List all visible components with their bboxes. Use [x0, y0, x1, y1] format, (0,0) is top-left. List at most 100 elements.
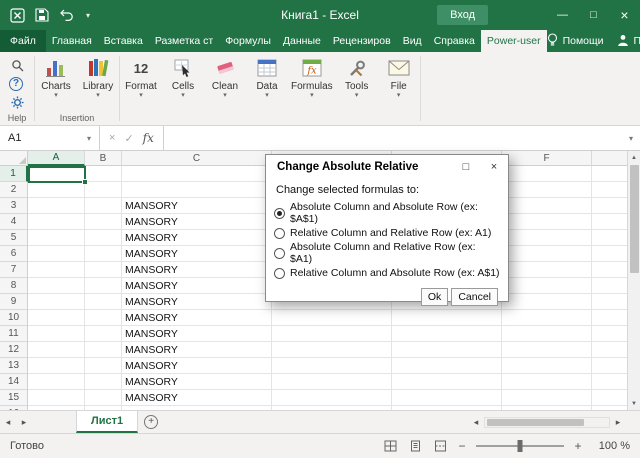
cell-A6[interactable]	[28, 246, 85, 262]
gear-icon[interactable]	[9, 95, 25, 110]
dialog-title-bar[interactable]: Change Absolute Relative □ ×	[266, 155, 508, 179]
page-layout-view-icon[interactable]	[407, 439, 423, 453]
cell-D13[interactable]	[272, 358, 392, 374]
cell-D11[interactable]	[272, 326, 392, 342]
add-sheet-button[interactable]: +	[138, 411, 164, 433]
row-header-6[interactable]: 6	[0, 246, 28, 262]
row-header-10[interactable]: 10	[0, 310, 28, 326]
column-header-C[interactable]: C	[122, 151, 272, 166]
ribbon-tab-home[interactable]: Главная	[46, 30, 98, 52]
sign-in-button[interactable]: Вход	[437, 5, 488, 25]
cell-A13[interactable]	[28, 358, 85, 374]
cell-A9[interactable]	[28, 294, 85, 310]
cell-A15[interactable]	[28, 390, 85, 406]
row-header-3[interactable]: 3	[0, 198, 28, 214]
cell-B13[interactable]	[85, 358, 122, 374]
ribbon-tab-review[interactable]: Рецензиров	[327, 30, 397, 52]
cell-C9[interactable]: MANSORY	[122, 294, 272, 310]
cell-B8[interactable]	[85, 278, 122, 294]
row-header-9[interactable]: 9	[0, 294, 28, 310]
cell-C12[interactable]: MANSORY	[122, 342, 272, 358]
normal-view-icon[interactable]	[382, 439, 398, 453]
zoom-slider-thumb[interactable]	[518, 440, 523, 452]
cell-B5[interactable]	[85, 230, 122, 246]
zoom-in-icon[interactable]: +	[573, 439, 583, 453]
row-header-4[interactable]: 4	[0, 214, 28, 230]
cell-C2[interactable]	[122, 182, 272, 198]
cell-B12[interactable]	[85, 342, 122, 358]
cell-C6[interactable]: MANSORY	[122, 246, 272, 262]
ribbon-button-clean[interactable]: Clean▾	[204, 52, 246, 112]
search-icon[interactable]	[9, 58, 25, 73]
hscroll-track[interactable]	[484, 417, 610, 428]
cell-G5[interactable]	[592, 230, 627, 246]
cell-B9[interactable]	[85, 294, 122, 310]
ribbon-button-format[interactable]: 12Format▾	[120, 52, 162, 112]
row-header-11[interactable]: 11	[0, 326, 28, 342]
dialog-close-icon[interactable]: ×	[480, 155, 508, 179]
cell-G10[interactable]	[592, 310, 627, 326]
formula-input[interactable]	[164, 126, 622, 150]
name-box-dropdown-icon[interactable]: ▾	[87, 134, 91, 143]
ok-button[interactable]: Ok	[421, 288, 448, 306]
cell-A14[interactable]	[28, 374, 85, 390]
radio-selected-icon[interactable]	[274, 208, 285, 219]
cell-C11[interactable]: MANSORY	[122, 326, 272, 342]
cell-C4[interactable]: MANSORY	[122, 214, 272, 230]
insert-function-icon[interactable]: fx	[143, 131, 154, 145]
page-break-view-icon[interactable]	[432, 439, 448, 453]
cell-D15[interactable]	[272, 390, 392, 406]
cell-F7[interactable]	[502, 262, 592, 278]
cell-G12[interactable]	[592, 342, 627, 358]
close-button[interactable]: ×	[609, 0, 640, 30]
column-header-F[interactable]: F	[502, 151, 592, 166]
formula-bar-expand-icon[interactable]: ▾	[622, 126, 640, 150]
cell-G9[interactable]	[592, 294, 627, 310]
cell-F12[interactable]	[502, 342, 592, 358]
hscroll-left-icon[interactable]: ◂	[470, 417, 482, 428]
column-header-B[interactable]: B	[85, 151, 122, 166]
cell-B14[interactable]	[85, 374, 122, 390]
cell-C3[interactable]: MANSORY	[122, 198, 272, 214]
help-icon[interactable]: ?	[9, 77, 23, 91]
cell-F1[interactable]	[502, 166, 592, 182]
cell-F6[interactable]	[502, 246, 592, 262]
zoom-slider[interactable]	[476, 445, 564, 447]
cell-E12[interactable]	[392, 342, 502, 358]
cell-C7[interactable]: MANSORY	[122, 262, 272, 278]
ribbon-button-file[interactable]: File▾	[378, 52, 420, 112]
cell-B7[interactable]	[85, 262, 122, 278]
select-all-corner[interactable]	[0, 151, 28, 166]
cancel-entry-icon[interactable]: ×	[109, 132, 115, 144]
cell-A2[interactable]	[28, 182, 85, 198]
cell-C5[interactable]: MANSORY	[122, 230, 272, 246]
cell-A1[interactable]	[28, 166, 85, 182]
tell-me-button[interactable]: Помощи	[547, 33, 604, 50]
dialog-option-4[interactable]: Relative Column and Absolute Row (ex: A$…	[274, 263, 500, 283]
cell-F15[interactable]	[502, 390, 592, 406]
row-header-1[interactable]: 1	[0, 166, 28, 182]
zoom-percentage[interactable]: 100 %	[592, 440, 630, 452]
ribbon-tab-page-layout[interactable]: Разметка ст	[149, 30, 219, 52]
cell-F4[interactable]	[502, 214, 592, 230]
ribbon-button-charts[interactable]: Charts▾	[35, 52, 77, 112]
row-header-15[interactable]: 15	[0, 390, 28, 406]
share-button[interactable]: Поделиться	[617, 34, 640, 49]
cell-D14[interactable]	[272, 374, 392, 390]
cell-G15[interactable]	[592, 390, 627, 406]
cell-E13[interactable]	[392, 358, 502, 374]
row-header-7[interactable]: 7	[0, 262, 28, 278]
cell-B15[interactable]	[85, 390, 122, 406]
cancel-button[interactable]: Cancel	[451, 288, 498, 306]
sheet-tab-list1[interactable]: Лист1	[76, 411, 138, 433]
minimize-button[interactable]: —	[547, 0, 578, 30]
cell-E15[interactable]	[392, 390, 502, 406]
cell-B6[interactable]	[85, 246, 122, 262]
cell-F13[interactable]	[502, 358, 592, 374]
zoom-out-icon[interactable]: −	[457, 439, 467, 453]
cell-G6[interactable]	[592, 246, 627, 262]
ribbon-tab-formulas[interactable]: Формулы	[219, 30, 277, 52]
radio-icon[interactable]	[274, 268, 285, 279]
ribbon-button-formulas[interactable]: fxFormulas▾	[288, 52, 336, 112]
cell-G7[interactable]	[592, 262, 627, 278]
